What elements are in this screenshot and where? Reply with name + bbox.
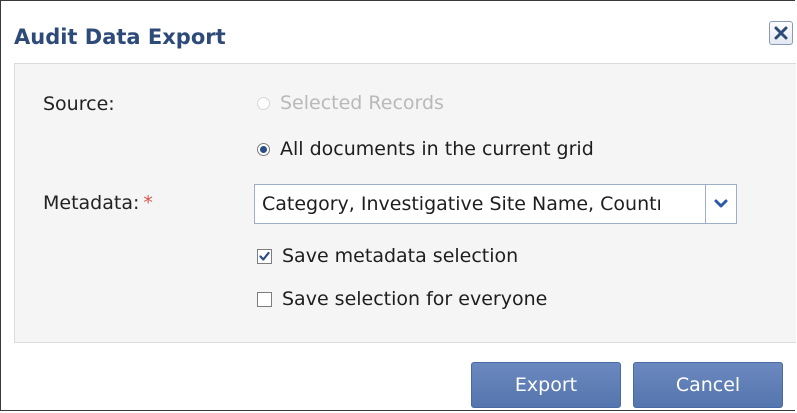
close-x-icon	[774, 26, 788, 40]
dialog-title: Audit Data Export	[14, 25, 226, 49]
radio-selected-records-control[interactable]	[257, 96, 270, 110]
metadata-label: Metadata: *	[43, 192, 153, 214]
save-selection-for-everyone[interactable]: Save selection for everyone	[257, 288, 547, 310]
dialog-titlebar: Audit Data Export	[1, 1, 795, 63]
required-asterisk: *	[143, 192, 153, 214]
chevron-down-icon	[714, 199, 728, 208]
save-everyone-checkbox[interactable]	[257, 291, 272, 307]
audit-data-export-dialog: Audit Data Export Source: Selected Recor…	[0, 0, 796, 411]
metadata-label-text: Metadata:	[43, 192, 140, 214]
save-everyone-label: Save selection for everyone	[282, 288, 548, 310]
save-metadata-selection[interactable]: Save metadata selection	[257, 245, 518, 267]
checkmark-icon	[259, 251, 270, 261]
save-metadata-label: Save metadata selection	[282, 245, 519, 267]
radio-all-documents[interactable]: All documents in the current grid	[257, 138, 594, 160]
radio-all-documents-control[interactable]	[257, 142, 270, 156]
source-label: Source:	[43, 93, 115, 115]
cancel-button[interactable]: Cancel	[633, 362, 783, 408]
close-button[interactable]	[769, 21, 793, 45]
save-metadata-checkbox[interactable]	[257, 248, 272, 264]
radio-all-documents-label: All documents in the current grid	[280, 138, 594, 160]
metadata-dropdown-button[interactable]	[705, 185, 736, 223]
radio-selected-records[interactable]: Selected Records	[257, 92, 444, 114]
export-button[interactable]: Export	[471, 362, 621, 408]
radio-selected-records-label: Selected Records	[280, 92, 444, 114]
metadata-select[interactable]: Category, Investigative Site Name, Count…	[254, 184, 737, 224]
metadata-select-value: Category, Investigative Site Name, Count…	[262, 193, 662, 215]
